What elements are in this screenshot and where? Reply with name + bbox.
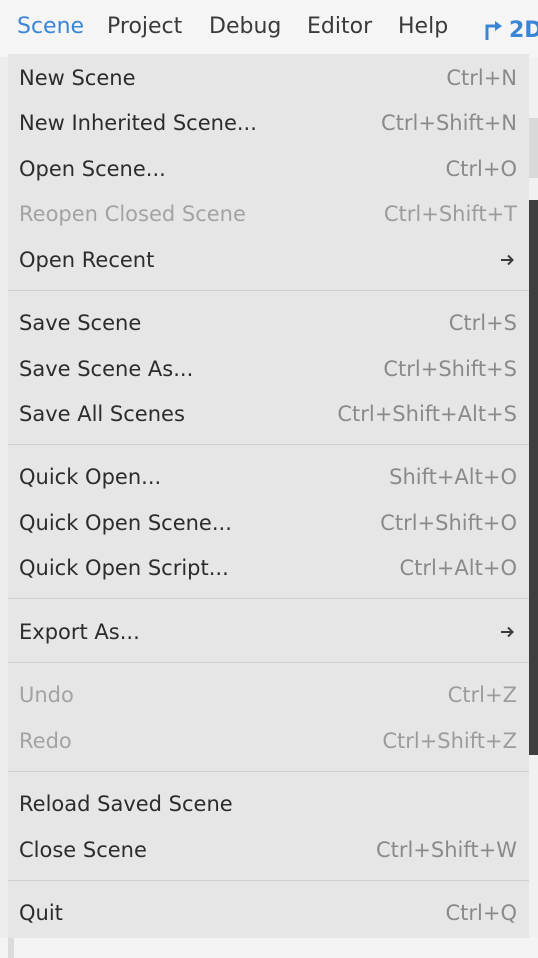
menu-separator xyxy=(8,662,529,663)
menu-item-shortcut: Ctrl+Shift+N xyxy=(381,110,517,135)
menu-item-shortcut: Shift+Alt+O xyxy=(389,464,517,489)
menu-item-quick-open-scene[interactable]: Quick Open Scene... Ctrl+Shift+O xyxy=(8,500,529,545)
menu-item-label: Save Scene As... xyxy=(19,356,194,381)
menu-help[interactable]: Help xyxy=(398,14,448,39)
menu-item-export-as[interactable]: Export As... xyxy=(8,609,529,654)
2d-mode-label: 2D xyxy=(509,17,538,43)
background-bottom-panel xyxy=(0,938,538,958)
menu-item-label: Quit xyxy=(19,900,63,925)
menu-item-open-scene[interactable]: Open Scene... Ctrl+O xyxy=(8,146,529,191)
menu-item-label: Quick Open Script... xyxy=(19,555,229,580)
menu-scene[interactable]: Scene xyxy=(17,14,84,39)
menu-item-close-scene[interactable]: Close Scene Ctrl+Shift+W xyxy=(8,827,529,872)
menu-item-quick-open-script[interactable]: Quick Open Script... Ctrl+Alt+O xyxy=(8,545,529,590)
menu-separator xyxy=(8,771,529,772)
menu-separator xyxy=(8,598,529,599)
menu-item-shortcut: Ctrl+Alt+O xyxy=(399,555,517,580)
menu-item-quick-open[interactable]: Quick Open... Shift+Alt+O xyxy=(8,454,529,499)
menu-editor[interactable]: Editor xyxy=(307,14,372,39)
background-scrollbar xyxy=(8,938,14,958)
menu-item-shortcut: Ctrl+N xyxy=(446,65,517,90)
arrow-right-icon xyxy=(501,254,514,265)
menu-item-label: Reopen Closed Scene xyxy=(19,201,246,226)
menu-item-label: New Scene xyxy=(19,65,136,90)
menu-item-save-scene[interactable]: Save Scene Ctrl+S xyxy=(8,300,529,345)
menu-project[interactable]: Project xyxy=(107,14,182,39)
menu-item-new-inherited-scene[interactable]: New Inherited Scene... Ctrl+Shift+N xyxy=(8,100,529,145)
menu-item-undo: Undo Ctrl+Z xyxy=(8,672,529,717)
menu-item-label: Save Scene xyxy=(19,310,142,335)
menu-item-label: Quick Open... xyxy=(19,464,162,489)
menu-item-shortcut: Ctrl+Shift+S xyxy=(383,356,517,381)
menu-item-shortcut: Ctrl+Q xyxy=(445,900,518,925)
background-viewport xyxy=(529,200,538,755)
menu-item-shortcut: Ctrl+Shift+O xyxy=(380,510,517,535)
menu-item-shortcut: Ctrl+Shift+Z xyxy=(382,728,517,753)
menu-item-reopen-closed-scene: Reopen Closed Scene Ctrl+Shift+T xyxy=(8,191,529,236)
background-tab-strip xyxy=(529,118,538,178)
2d-mode-button[interactable]: 2D xyxy=(481,16,538,44)
menu-bar: Scene Project Debug Editor Help 2D xyxy=(0,0,538,57)
menu-item-label: Save All Scenes xyxy=(19,401,185,426)
menu-item-save-scene-as[interactable]: Save Scene As... Ctrl+Shift+S xyxy=(8,346,529,391)
menu-item-shortcut: Ctrl+O xyxy=(445,156,518,181)
menu-item-save-all-scenes[interactable]: Save All Scenes Ctrl+Shift+Alt+S xyxy=(8,391,529,436)
arrow-right-icon xyxy=(501,626,514,637)
menu-item-open-recent[interactable]: Open Recent xyxy=(8,237,529,282)
menu-item-label: Redo xyxy=(19,728,72,753)
menu-item-label: Quick Open Scene... xyxy=(19,510,232,535)
menu-item-quit[interactable]: Quit Ctrl+Q xyxy=(8,890,529,935)
scene-menu-popup: New Scene Ctrl+N New Inherited Scene... … xyxy=(8,54,529,938)
menu-item-label: Export As... xyxy=(19,619,140,644)
menu-item-label: Open Recent xyxy=(19,247,155,272)
menu-item-shortcut: Ctrl+Z xyxy=(447,682,517,707)
menu-item-label: Reload Saved Scene xyxy=(19,791,233,816)
menu-item-label: Close Scene xyxy=(19,837,147,862)
menu-item-shortcut: Ctrl+Shift+W xyxy=(375,837,517,862)
menu-item-label: New Inherited Scene... xyxy=(19,110,257,135)
menu-item-shortcut: Ctrl+S xyxy=(448,310,517,335)
2d-mode-icon xyxy=(485,21,502,40)
menu-debug[interactable]: Debug xyxy=(209,14,281,39)
menu-separator xyxy=(8,444,529,445)
menu-item-label: Open Scene... xyxy=(19,156,166,181)
menu-item-label: Undo xyxy=(19,682,74,707)
menu-separator xyxy=(8,290,529,291)
menu-item-new-scene[interactable]: New Scene Ctrl+N xyxy=(8,55,529,100)
menu-item-shortcut: Ctrl+Shift+Alt+S xyxy=(337,401,517,426)
menu-item-redo: Redo Ctrl+Shift+Z xyxy=(8,718,529,763)
menu-item-reload-saved-scene[interactable]: Reload Saved Scene xyxy=(8,781,529,826)
menu-item-shortcut: Ctrl+Shift+T xyxy=(383,201,517,226)
menu-separator xyxy=(8,880,529,881)
